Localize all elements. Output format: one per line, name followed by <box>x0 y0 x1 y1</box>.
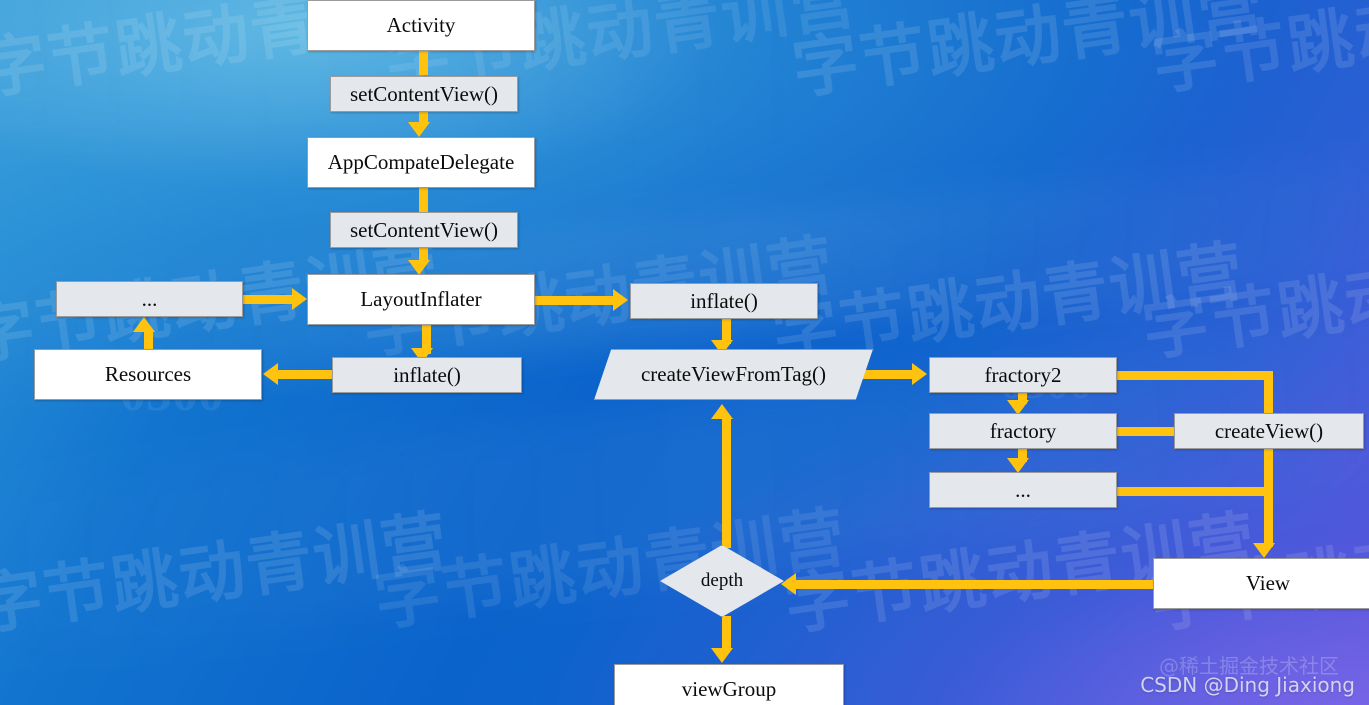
node-setcontentview-1-label: setContentView() <box>349 81 499 106</box>
edge-view-to-depth <box>795 580 1155 589</box>
node-createview-label: createView() <box>1214 418 1324 443</box>
background-watermark: 字节跳动青训营 <box>0 502 454 645</box>
node-fractory2-label: fractory2 <box>984 362 1062 387</box>
node-inflate-left-label: inflate() <box>393 362 461 387</box>
arrowhead-right-icon <box>292 288 307 310</box>
diagram-canvas: 字节跳动青训营 字节跳动青训营 字节跳动青训营 字节跳动青训营 字节跳动青训营 … <box>0 0 1369 705</box>
node-createviewfromtag[interactable]: createViewFromTag() <box>594 349 873 400</box>
background-watermark: 字节跳动青训营 <box>787 0 1270 109</box>
arrowhead-up-icon <box>133 317 155 332</box>
node-view[interactable]: View <box>1153 558 1369 609</box>
arrowhead-right-icon <box>613 289 628 311</box>
node-inflate-right[interactable]: inflate() <box>630 283 818 319</box>
arrowhead-up-icon <box>711 404 733 419</box>
node-resources[interactable]: Resources <box>34 349 262 400</box>
edge-layoutinflater-to-inflateright <box>535 296 615 305</box>
node-viewgroup[interactable]: viewGroup <box>614 664 844 705</box>
node-inflate-left[interactable]: inflate() <box>332 357 522 393</box>
edge-depth-to-viewgroup <box>722 616 731 650</box>
edge-appcompatedelegate-to-setcontentview2 <box>419 187 428 212</box>
node-view-label: View <box>1245 571 1291 595</box>
node-activity-label: Activity <box>386 13 456 37</box>
node-viewgroup-label: viewGroup <box>681 677 777 701</box>
node-setcontentview-2[interactable]: setContentView() <box>330 212 518 248</box>
arrowhead-down-icon <box>408 122 430 137</box>
node-appcompatedelegate-label: AppCompateDelegate <box>327 150 515 174</box>
node-createview[interactable]: createView() <box>1174 413 1364 449</box>
credit-watermark: CSDN @Ding Jiaxiong <box>1140 673 1355 697</box>
arrowhead-down-icon <box>711 648 733 663</box>
edge-fractory2-to-rail <box>1113 371 1273 380</box>
edge-ellipsisleft-to-layoutinflater <box>242 295 295 304</box>
edge-depth-to-createviewfromtag <box>722 418 731 548</box>
node-ellipsis-left-label: ... <box>141 286 158 311</box>
arrowhead-right-icon <box>912 363 927 385</box>
node-ellipsis-right[interactable]: ... <box>929 472 1117 508</box>
node-inflate-right-label: inflate() <box>690 288 758 313</box>
node-fractory[interactable]: fractory <box>929 413 1117 449</box>
node-setcontentview-1[interactable]: setContentView() <box>330 76 518 112</box>
arrowhead-down-icon <box>408 260 430 275</box>
node-depth-decision[interactable]: depth <box>660 545 784 617</box>
node-ellipsis-left[interactable]: ... <box>56 281 243 317</box>
edge-fractory-to-createview <box>1113 427 1181 436</box>
node-setcontentview-2-label: setContentView() <box>349 217 499 242</box>
node-ellipsis-right-label: ... <box>1015 477 1031 502</box>
node-resources-label: Resources <box>104 362 192 386</box>
arrowhead-left-icon <box>263 363 278 385</box>
node-appcompatedelegate[interactable]: AppCompateDelegate <box>307 137 535 188</box>
edge-activity-to-setcontentview1 <box>419 50 428 75</box>
edge-rail-to-view <box>1264 371 1273 547</box>
node-createviewfromtag-label: createViewFromTag() <box>640 362 826 386</box>
background-watermark: 字节跳动青训营 <box>1137 228 1369 371</box>
edge-inflateleft-to-resources <box>277 370 335 379</box>
node-depth-label: depth <box>700 570 744 591</box>
arrowhead-down-icon <box>1253 543 1275 558</box>
background-watermark: 字节跳动青训营 <box>1147 0 1369 105</box>
node-fractory-label: fractory <box>989 418 1057 443</box>
edge-ellipsisright-to-rail <box>1113 487 1273 496</box>
node-activity[interactable]: Activity <box>307 0 535 51</box>
node-layoutinflater[interactable]: LayoutInflater <box>307 274 535 325</box>
node-fractory2[interactable]: fractory2 <box>929 357 1117 393</box>
arrowhead-down-icon <box>1007 458 1029 473</box>
node-layoutinflater-label: LayoutInflater <box>360 287 482 311</box>
